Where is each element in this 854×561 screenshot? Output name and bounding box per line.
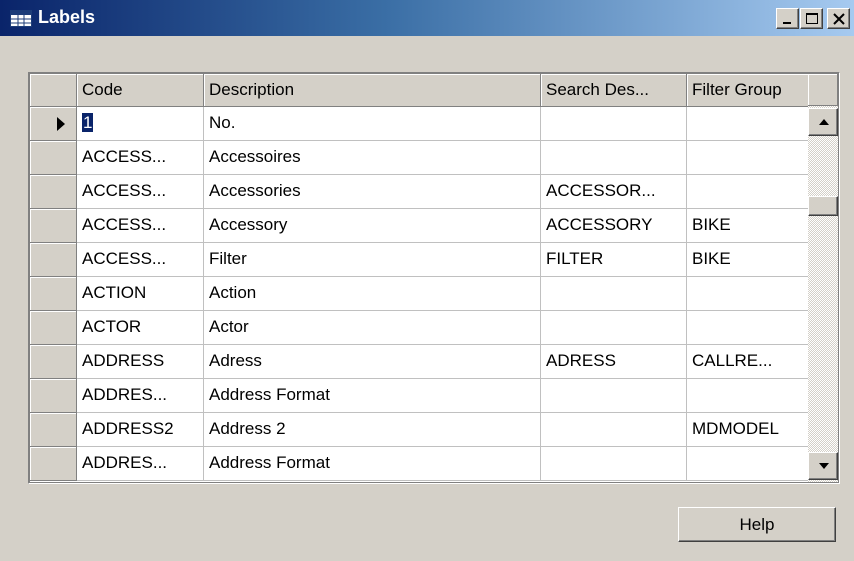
- row-selector[interactable]: [30, 446, 77, 481]
- cell-search-description[interactable]: [540, 378, 687, 413]
- table-row[interactable]: ACCESS... Accessories ACCESSOR...: [30, 174, 809, 209]
- cell-search-description[interactable]: ADRESS: [540, 344, 687, 379]
- cell-description[interactable]: Adress: [203, 344, 541, 379]
- cell-filter-group[interactable]: [686, 378, 809, 413]
- row-selector[interactable]: [30, 242, 77, 277]
- cell-filter-group[interactable]: [686, 310, 809, 345]
- scroll-track[interactable]: [808, 106, 838, 482]
- cell-search-description[interactable]: [540, 140, 687, 175]
- title-bar[interactable]: Labels: [0, 0, 854, 36]
- column-header-filter-group[interactable]: Filter Group: [686, 74, 809, 107]
- labels-grid: Code Description Search Des... Filter Gr…: [28, 72, 840, 484]
- cell-filter-group[interactable]: [686, 106, 809, 141]
- cell-code[interactable]: ACCESS...: [76, 140, 204, 175]
- cell-filter-group[interactable]: [686, 276, 809, 311]
- table-row[interactable]: ACCESS... Filter FILTER BIKE: [30, 242, 809, 277]
- row-selector[interactable]: [30, 208, 77, 243]
- cell-search-description[interactable]: [540, 412, 687, 447]
- scroll-up-button[interactable]: [808, 108, 838, 136]
- cell-filter-group[interactable]: [686, 446, 809, 481]
- cell-code[interactable]: ACTION: [76, 276, 204, 311]
- cell-code[interactable]: ADDRESS: [76, 344, 204, 379]
- cell-code[interactable]: ACTOR: [76, 310, 204, 345]
- row-selector[interactable]: [30, 106, 77, 141]
- cell-description[interactable]: Address Format: [203, 378, 541, 413]
- cell-description[interactable]: Address 2: [203, 412, 541, 447]
- cell-code[interactable]: ACCESS...: [76, 242, 204, 277]
- cell-filter-group[interactable]: BIKE: [686, 208, 809, 243]
- row-pointer-icon: [30, 107, 76, 139]
- table-row[interactable]: ADDRESS2 Address 2 MDMODEL: [30, 412, 809, 447]
- cell-description[interactable]: Action: [203, 276, 541, 311]
- row-selector[interactable]: [30, 310, 77, 345]
- header-row: Code Description Search Des... Filter Gr…: [30, 74, 809, 107]
- row-selector[interactable]: [30, 276, 77, 311]
- cell-description[interactable]: Accessory: [203, 208, 541, 243]
- window-title: Labels: [38, 7, 96, 27]
- vertical-scrollbar[interactable]: [808, 74, 838, 482]
- column-header-description[interactable]: Description: [203, 74, 541, 107]
- cell-code[interactable]: ACCESS...: [76, 208, 204, 243]
- cell-search-description[interactable]: ACCESSORY: [540, 208, 687, 243]
- cell-code[interactable]: ADDRES...: [76, 446, 204, 481]
- row-selector[interactable]: [30, 140, 77, 175]
- cell-filter-group[interactable]: MDMODEL: [686, 412, 809, 447]
- close-button[interactable]: [827, 8, 850, 29]
- column-header-code[interactable]: Code: [76, 74, 204, 107]
- cell-description[interactable]: Accessories: [203, 174, 541, 209]
- column-header-search-description[interactable]: Search Des...: [540, 74, 687, 107]
- cell-search-description[interactable]: [540, 446, 687, 481]
- scroll-thumb[interactable]: [808, 196, 838, 216]
- row-selector[interactable]: [30, 378, 77, 413]
- row-selector-header[interactable]: [30, 74, 77, 107]
- cell-code[interactable]: 1: [76, 106, 204, 141]
- table-row[interactable]: ACTOR Actor: [30, 310, 809, 345]
- cell-filter-group[interactable]: BIKE: [686, 242, 809, 277]
- row-selector[interactable]: [30, 174, 77, 209]
- scroll-down-button[interactable]: [808, 452, 838, 480]
- help-button[interactable]: Help: [678, 507, 836, 542]
- table-row[interactable]: ACCESS... Accessoires: [30, 140, 809, 175]
- table-row[interactable]: ADDRESS Adress ADRESS CALLRE...: [30, 344, 809, 379]
- table-row[interactable]: ACTION Action: [30, 276, 809, 311]
- table-row[interactable]: 1 No.: [30, 106, 809, 141]
- cell-description[interactable]: Accessoires: [203, 140, 541, 175]
- cell-search-description[interactable]: FILTER: [540, 242, 687, 277]
- row-selector[interactable]: [30, 344, 77, 379]
- cell-search-description[interactable]: [540, 276, 687, 311]
- maximize-button[interactable]: [800, 8, 823, 29]
- cell-search-description[interactable]: [540, 106, 687, 141]
- cell-code[interactable]: ADDRESS2: [76, 412, 204, 447]
- table-row[interactable]: ACCESS... Accessory ACCESSORY BIKE: [30, 208, 809, 243]
- cell-description[interactable]: No.: [203, 106, 541, 141]
- table-row[interactable]: ADDRES... Address Format: [30, 378, 809, 413]
- cell-filter-group[interactable]: CALLRE...: [686, 344, 809, 379]
- row-selector[interactable]: [30, 412, 77, 447]
- cell-filter-group[interactable]: [686, 140, 809, 175]
- cell-description[interactable]: Filter: [203, 242, 541, 277]
- table-row[interactable]: ADDRES... Address Format: [30, 446, 809, 481]
- cell-search-description[interactable]: [540, 310, 687, 345]
- labels-table: Code Description Search Des... Filter Gr…: [30, 74, 809, 481]
- labels-window: Labels Code Description Search Des... Fi…: [0, 0, 854, 561]
- cell-code[interactable]: ACCESS...: [76, 174, 204, 209]
- table-icon: [10, 10, 32, 27]
- minimize-button[interactable]: [776, 8, 799, 29]
- cell-description[interactable]: Address Format: [203, 446, 541, 481]
- cell-description[interactable]: Actor: [203, 310, 541, 345]
- cell-code[interactable]: ADDRES...: [76, 378, 204, 413]
- header-corner: [808, 74, 838, 106]
- cell-filter-group[interactable]: [686, 174, 809, 209]
- cell-search-description[interactable]: ACCESSOR...: [540, 174, 687, 209]
